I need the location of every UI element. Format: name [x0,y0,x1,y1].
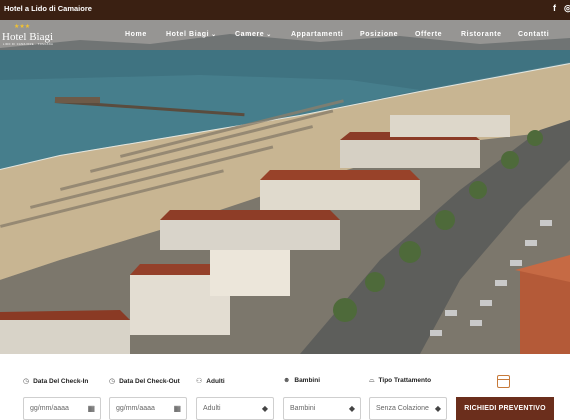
trattamento-select[interactable]: Senza Colazione ◆ [369,397,447,420]
hero-illustration [0,20,570,354]
adulti-label: ⚇ Adulti [196,378,225,385]
select-arrows-icon: ◆ [434,404,441,413]
checkin-label: ◷ Data Del Check-In [23,378,89,385]
nav-posizione[interactable]: Posizione [360,31,398,38]
bambini-select[interactable]: Bambini ◆ [283,397,361,420]
child-icon: ☻ [283,377,291,384]
nav-camere[interactable]: Camere ⌄ [235,31,272,38]
calendar-icon [497,375,510,388]
calendar-picker-icon[interactable]: ▦ [173,404,181,413]
trattamento-label: ⌓ Tipo Trattamento [369,377,432,384]
facebook-icon[interactable]: f [553,3,556,13]
clock-icon: ◷ [23,378,30,385]
logo-name: Hotel Biagi [2,31,54,43]
request-quote-button[interactable]: RICHIEDI PREVENTIVO [456,397,554,420]
logo-tagline: LIDO DI CAMAIORE · TOSCANA [3,43,54,46]
tray-icon: ⌓ [369,377,375,384]
nav-home[interactable]: Home [125,31,147,38]
select-arrows-icon: ◆ [348,404,355,413]
hotel-logo[interactable]: ★★★ Hotel Biagi LIDO DI CAMAIORE · TOSCA… [2,23,54,49]
clock-icon: ◷ [109,378,116,385]
nav-contatti[interactable]: Contatti [518,31,549,38]
instagram-icon[interactable]: ◎ [564,3,570,14]
hero-image [0,20,570,354]
top-bar: Hotel a Lido di Camaiore f ◎ [0,0,570,20]
nav-hotel-biagi[interactable]: Hotel Biagi ⌄ [166,31,217,38]
checkout-date-input[interactable]: gg/mm/aaaa ▦ [109,397,187,420]
calendar-picker-icon[interactable]: ▦ [87,404,95,413]
bambini-label: ☻ Bambini [283,377,321,384]
nav-ristorante[interactable]: Ristorante [461,31,502,38]
top-bar-title: Hotel a Lido di Camaiore [4,4,92,13]
chevron-down-icon: ⌄ [266,32,272,38]
nav-offerte[interactable]: Offerte [415,31,442,38]
nav-appartamenti[interactable]: Appartamenti [291,31,343,38]
select-arrows-icon: ◆ [261,404,268,413]
checkin-date-input[interactable]: gg/mm/aaaa ▦ [23,397,101,420]
adulti-select[interactable]: Adulti ◆ [196,397,274,420]
people-icon: ⚇ [196,378,203,385]
chevron-down-icon: ⌄ [211,32,217,38]
checkout-label: ◷ Data Del Check-Out [109,378,180,385]
stars-icon: ★★★ [14,24,31,30]
